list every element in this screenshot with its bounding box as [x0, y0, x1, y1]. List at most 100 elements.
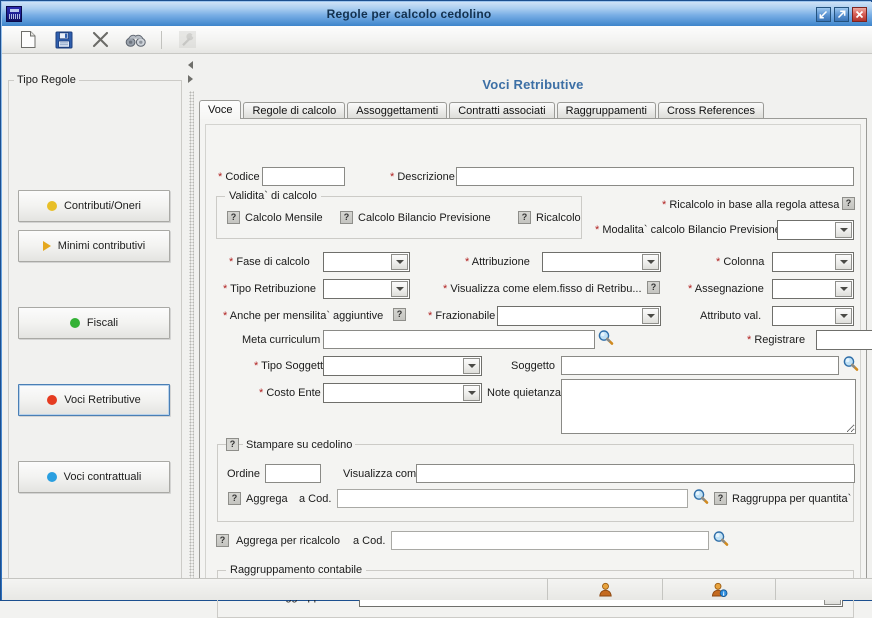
tab-panel: * Codice * Descrizione Validita` di calc…: [199, 118, 867, 588]
tab-cross-references[interactable]: Cross References: [658, 102, 764, 119]
stampare-su-cedolino-label: Stampare su cedolino: [243, 439, 355, 451]
ordine-input[interactable]: [265, 464, 321, 483]
attribuzione-select[interactable]: [542, 252, 661, 272]
status-user-info-cell[interactable]: [663, 579, 776, 600]
select-value: [773, 307, 835, 325]
fase-di-calcolo-select[interactable]: [323, 252, 410, 272]
soggetto-input[interactable]: [561, 356, 839, 375]
chevron-down-icon[interactable]: [835, 281, 852, 297]
close-button[interactable]: [852, 7, 867, 22]
stampare-su-cedolino-checkbox[interactable]: ?: [226, 438, 239, 451]
status-user-cell[interactable]: [548, 579, 663, 600]
raggruppa-per-quantita-checkbox[interactable]: ?: [714, 492, 727, 505]
calcolo-bilancio-previsione-checkbox[interactable]: ?: [340, 211, 353, 224]
chevron-down-icon[interactable]: [835, 254, 852, 270]
maximize-button[interactable]: [834, 7, 849, 22]
toolbar: [2, 26, 872, 54]
tab-label: Raggruppamenti: [566, 105, 647, 117]
colonna-label: * Colonna: [716, 256, 764, 268]
select-value: [324, 384, 463, 402]
chevron-down-icon[interactable]: [391, 281, 408, 297]
sidebar-item-fiscali[interactable]: Fiscali: [18, 307, 170, 339]
delete-button[interactable]: [82, 28, 118, 52]
assegnazione-select[interactable]: [772, 279, 854, 299]
chevron-down-icon[interactable]: [835, 222, 852, 238]
visualizza-elem-fisso-checkbox[interactable]: ?: [647, 281, 660, 294]
aggrega-a-cod-input[interactable]: [337, 489, 688, 508]
aggrega-per-ricalcolo-checkbox[interactable]: ?: [216, 534, 229, 547]
tab-assoggettamenti[interactable]: Assoggettamenti: [347, 102, 447, 119]
chevron-down-icon[interactable]: [463, 385, 480, 401]
collapse-left-arrow-icon[interactable]: [188, 61, 193, 69]
tipo-retribuzione-label: * Tipo Retribuzione: [223, 283, 316, 295]
descrizione-input[interactable]: [456, 167, 854, 186]
tipo-regole-label: Tipo Regole: [14, 74, 79, 86]
search-button[interactable]: [118, 28, 154, 52]
attributo-val-select[interactable]: [772, 306, 854, 326]
note-quietanza-textarea[interactable]: [561, 379, 856, 434]
blue-dot-icon: [47, 472, 57, 482]
user-icon: [598, 582, 613, 597]
chevron-down-icon[interactable]: [391, 254, 408, 270]
stampare-su-cedolino-group: [217, 444, 854, 522]
divider-grip[interactable]: [189, 91, 194, 589]
chevron-down-icon[interactable]: [463, 358, 480, 374]
ordine-label: Ordine: [227, 468, 260, 480]
new-document-button[interactable]: [10, 28, 46, 52]
sidebar-item-label: Contributi/Oneri: [64, 200, 141, 212]
note-quietanza-label: Note quietanza: [487, 387, 561, 399]
sidebar-item-voci-retributive[interactable]: Voci Retributive: [18, 384, 170, 416]
tab-regole-di-calcolo[interactable]: Regole di calcolo: [243, 102, 345, 119]
restore-down-button[interactable]: [816, 7, 831, 22]
chevron-down-icon[interactable]: [642, 254, 659, 270]
attribuzione-label: * Attribuzione: [465, 256, 530, 268]
tools-button[interactable]: [169, 28, 205, 52]
select-value: [324, 357, 463, 375]
registrare-select[interactable]: [816, 330, 872, 350]
colonna-select[interactable]: [772, 252, 854, 272]
select-value: [778, 221, 835, 239]
visualizza-come-label: Visualizza come: [343, 468, 422, 480]
chevron-down-icon[interactable]: [642, 308, 659, 324]
soggetto-magnifier-icon[interactable]: [842, 355, 859, 372]
validita-di-calcolo-label: Validita` di calcolo: [225, 190, 321, 202]
aggrega-ricalcolo-magnifier-icon[interactable]: [712, 530, 729, 547]
aggrega-ricalcolo-a-cod-label: a Cod.: [353, 535, 385, 547]
chevron-down-icon[interactable]: [835, 308, 852, 324]
right-panel: Voci Retributive Voce Regole di calcolo …: [196, 55, 870, 592]
ricalcolo-regola-attesa-checkbox[interactable]: ?: [842, 197, 855, 210]
ricalcolo-regola-attesa-label: * Ricalcolo in base alla regola attesa: [662, 199, 839, 211]
frazionabile-label: * Frazionabile: [428, 310, 495, 322]
tab-voce[interactable]: Voce: [199, 100, 241, 119]
aggrega-checkbox[interactable]: ?: [228, 492, 241, 505]
tipo-soggetto-select[interactable]: [323, 356, 482, 376]
tab-label: Regole di calcolo: [252, 105, 336, 117]
aggrega-a-cod-magnifier-icon[interactable]: [692, 488, 709, 505]
calcolo-mensile-checkbox[interactable]: ?: [227, 211, 240, 224]
sidebar-item-label: Voci Retributive: [64, 394, 140, 406]
page-title: Voci Retributive: [196, 77, 870, 92]
tab-contratti-associati[interactable]: Contratti associati: [449, 102, 554, 119]
meta-curriculum-magnifier-icon[interactable]: [597, 329, 614, 346]
meta-curriculum-input[interactable]: [323, 330, 595, 349]
app-icon: [6, 6, 22, 22]
codice-input[interactable]: [262, 167, 345, 186]
sidebar-item-voci-contrattuali[interactable]: Voci contrattuali: [18, 461, 170, 493]
toolbar-separator: [161, 31, 162, 49]
tab-raggruppamenti[interactable]: Raggruppamenti: [557, 102, 656, 119]
client-area: Tipo Regole Contributi/Oneri Minimi cont…: [2, 26, 872, 594]
tipo-retribuzione-select[interactable]: [323, 279, 410, 299]
ricalcolo-checkbox[interactable]: ?: [518, 211, 531, 224]
sidebar-item-contributi-oneri[interactable]: Contributi/Oneri: [18, 190, 170, 222]
split-pane-divider[interactable]: [187, 55, 196, 592]
visualizza-come-input[interactable]: [416, 464, 855, 483]
anche-per-mensilita-checkbox[interactable]: ?: [393, 308, 406, 321]
aggrega-ricalcolo-a-cod-input[interactable]: [391, 531, 709, 550]
frazionabile-select[interactable]: [497, 306, 661, 326]
save-button[interactable]: [46, 28, 82, 52]
restore-down-icon: [819, 10, 828, 19]
costo-ente-select[interactable]: [323, 383, 482, 403]
sidebar-item-minimi-contributivi[interactable]: Minimi contributivi: [18, 230, 170, 262]
expand-left-arrow-icon[interactable]: [188, 75, 193, 83]
modalita-calcolo-bilancio-select[interactable]: [777, 220, 854, 240]
